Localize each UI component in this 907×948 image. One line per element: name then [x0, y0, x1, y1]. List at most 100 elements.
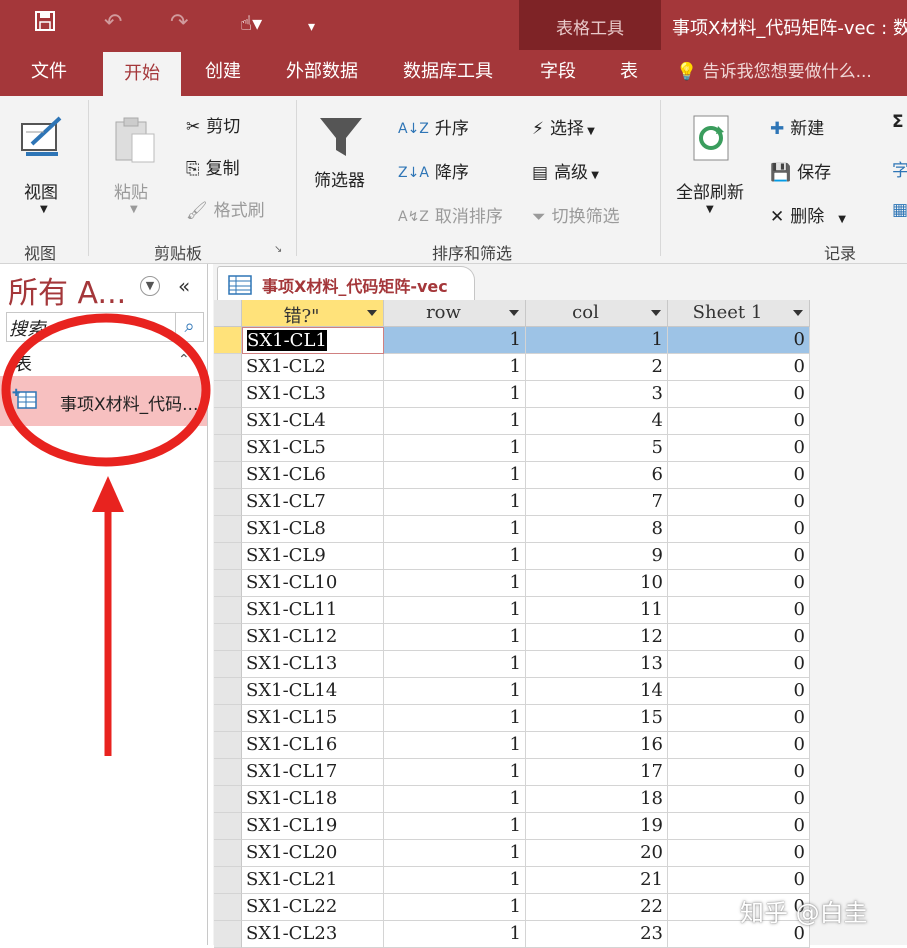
filter-icon[interactable]	[318, 114, 364, 165]
table-cell[interactable]: 1	[384, 651, 526, 678]
tab-table[interactable]: 表	[606, 50, 652, 96]
table-row[interactable]: SX1-CL6 1 6 0	[214, 462, 812, 489]
record-selector[interactable]	[214, 516, 242, 543]
table-cell[interactable]: SX1-CL20	[242, 840, 384, 867]
copy-button[interactable]: ⎘ 复制	[186, 154, 240, 179]
table-row[interactable]: SX1-CL7 1 7 0	[214, 489, 812, 516]
view-icon[interactable]	[18, 114, 68, 167]
table-cell[interactable]: SX1-CL14	[242, 678, 384, 705]
table-cell[interactable]: 1	[384, 354, 526, 381]
table-cell[interactable]: 1	[384, 894, 526, 921]
record-selector[interactable]	[214, 921, 242, 948]
table-row[interactable]: SX1-CL14 1 14 0	[214, 678, 812, 705]
table-cell[interactable]: 1	[384, 435, 526, 462]
table-cell[interactable]: 1	[384, 327, 526, 354]
save-record-button[interactable]: 💾 保存	[770, 158, 831, 183]
new-record-button[interactable]: ✚ 新建	[770, 114, 824, 139]
table-cell[interactable]: 1	[384, 732, 526, 759]
table-row[interactable]: SX1-CL22 1 22 0	[214, 894, 812, 921]
table-cell[interactable]: 1	[384, 597, 526, 624]
table-cell[interactable]: 0	[668, 381, 810, 408]
nav-item-table[interactable]: ✚ 事项X材料_代码...	[0, 376, 207, 426]
table-cell[interactable]: SX1-CL6	[242, 462, 384, 489]
table-cell[interactable]: 0	[668, 624, 810, 651]
touch-mode-icon[interactable]: ☝▾	[240, 10, 262, 36]
table-row[interactable]: SX1-CL11 1 11 0	[214, 597, 812, 624]
table-row[interactable]: SX1-CL2 1 2 0	[214, 354, 812, 381]
sort-ascending-button[interactable]: A↓Z 升序	[398, 114, 469, 139]
table-cell[interactable]: SX1-CL1	[242, 327, 384, 354]
sort-descending-button[interactable]: Z↓A 降序	[398, 158, 469, 183]
table-cell[interactable]: 1	[384, 408, 526, 435]
record-selector[interactable]	[214, 867, 242, 894]
table-row[interactable]: SX1-CL4 1 4 0	[214, 408, 812, 435]
table-cell[interactable]: 0	[668, 570, 810, 597]
nav-category-label[interactable]: 表	[14, 350, 32, 376]
search-icon[interactable]: ⌕	[175, 313, 203, 341]
table-cell[interactable]: SX1-CL4	[242, 408, 384, 435]
table-row[interactable]: SX1-CL13 1 13 0	[214, 651, 812, 678]
table-cell[interactable]: SX1-CL18	[242, 786, 384, 813]
table-row[interactable]: SX1-CL17 1 17 0	[214, 759, 812, 786]
table-cell[interactable]: SX1-CL11	[242, 597, 384, 624]
table-cell[interactable]: 0	[668, 462, 810, 489]
table-row[interactable]: SX1-CL10 1 10 0	[214, 570, 812, 597]
record-selector[interactable]	[214, 651, 242, 678]
tab-home[interactable]: 开始	[103, 52, 181, 96]
table-cell[interactable]: 0	[668, 354, 810, 381]
table-row[interactable]: SX1-CL23 1 23 0	[214, 921, 812, 948]
table-row[interactable]: SX1-CL3 1 3 0	[214, 381, 812, 408]
record-selector[interactable]	[214, 813, 242, 840]
table-cell[interactable]: SX1-CL7	[242, 489, 384, 516]
toggle-filter-button[interactable]: ⏷ 切换筛选	[532, 202, 620, 227]
table-row[interactable]: SX1-CL20 1 20 0	[214, 840, 812, 867]
record-selector[interactable]	[214, 705, 242, 732]
column-dropdown-icon[interactable]	[509, 310, 519, 316]
record-selector[interactable]	[214, 327, 242, 354]
record-selector[interactable]	[214, 408, 242, 435]
table-cell[interactable]: 10	[526, 570, 668, 597]
undo-icon[interactable]: ↶	[104, 10, 122, 36]
record-selector[interactable]	[214, 894, 242, 921]
table-cell[interactable]: 13	[526, 651, 668, 678]
nav-search-box[interactable]: 搜索 ⌕	[6, 312, 204, 342]
table-cell[interactable]: 8	[526, 516, 668, 543]
record-selector[interactable]	[214, 354, 242, 381]
table-cell[interactable]: SX1-CL5	[242, 435, 384, 462]
table-cell[interactable]: 1	[384, 489, 526, 516]
nav-pane-title[interactable]: 所有 A...	[8, 268, 126, 312]
table-row[interactable]: SX1-CL12 1 12 0	[214, 624, 812, 651]
table-row[interactable]: SX1-CL19 1 19 0	[214, 813, 812, 840]
nav-search-input[interactable]: 搜索	[9, 315, 45, 341]
table-cell[interactable]: SX1-CL22	[242, 894, 384, 921]
record-selector[interactable]	[214, 381, 242, 408]
table-cell[interactable]: 0	[668, 543, 810, 570]
table-row[interactable]: SX1-CL16 1 16 0	[214, 732, 812, 759]
table-cell[interactable]: SX1-CL9	[242, 543, 384, 570]
table-cell[interactable]: 1	[384, 921, 526, 948]
table-cell[interactable]: 17	[526, 759, 668, 786]
totals-icon[interactable]: Σ	[892, 112, 904, 132]
customize-qat-icon[interactable]: ▾	[308, 14, 315, 40]
collapse-pane-icon[interactable]: «	[178, 274, 190, 298]
table-cell[interactable]: 6	[526, 462, 668, 489]
table-cell[interactable]: 0	[668, 786, 810, 813]
table-cell[interactable]: 0	[668, 408, 810, 435]
table-cell[interactable]: SX1-CL19	[242, 813, 384, 840]
table-cell[interactable]: 7	[526, 489, 668, 516]
table-row[interactable]: SX1-CL9 1 9 0	[214, 543, 812, 570]
table-cell[interactable]: SX1-CL15	[242, 705, 384, 732]
table-cell[interactable]: SX1-CL10	[242, 570, 384, 597]
table-cell[interactable]: 2	[526, 354, 668, 381]
table-cell[interactable]: 3	[526, 381, 668, 408]
table-cell[interactable]: 9	[526, 543, 668, 570]
filter-button[interactable]: 筛选器	[314, 166, 365, 191]
table-cell[interactable]: 0	[668, 813, 810, 840]
table-cell[interactable]: 0	[668, 732, 810, 759]
cut-button[interactable]: ✂ 剪切	[186, 112, 240, 137]
table-cell[interactable]: 11	[526, 597, 668, 624]
table-cell[interactable]: 1	[384, 759, 526, 786]
more-icon[interactable]: ▦	[892, 200, 907, 220]
table-cell[interactable]: 0	[668, 597, 810, 624]
table-cell[interactable]: 22	[526, 894, 668, 921]
